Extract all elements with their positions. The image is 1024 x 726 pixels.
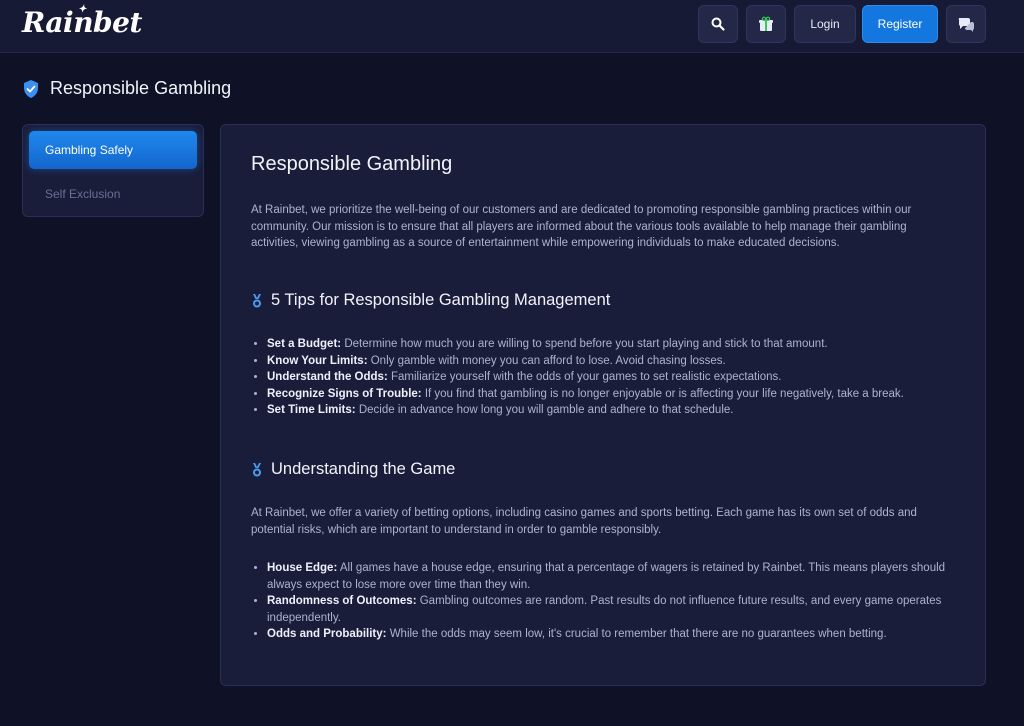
intro-paragraph: At Rainbet, we prioritize the well-being… <box>251 204 912 249</box>
list-item: Know Your Limits: Only gamble with money… <box>267 353 957 370</box>
gift-icon <box>759 16 773 31</box>
content-panel: Responsible Gambling At Rainbet, we prio… <box>220 124 986 686</box>
list-item: Understand the Odds: Familiarize yoursel… <box>267 369 957 386</box>
rewards-button[interactable] <box>746 5 786 43</box>
chat-icon <box>958 18 975 32</box>
list-item: Recognize Signs of Trouble: If you find … <box>267 386 957 403</box>
list-item: Odds and Probability: While the odds may… <box>267 626 957 643</box>
search-icon <box>711 17 725 31</box>
section-heading-understanding: Understanding the Game <box>251 460 455 479</box>
search-button[interactable] <box>698 5 738 43</box>
section-heading-tips: 5 Tips for Responsible Gambling Manageme… <box>251 291 610 310</box>
content-heading: Responsible Gambling <box>251 153 453 175</box>
list-item: Set Time Limits: Decide in advance how l… <box>267 402 957 419</box>
sidebar-menu: Gambling Safely Self Exclusion <box>22 124 204 217</box>
top-navigation-bar: Rainbet ✦ Login Register <box>0 0 1024 53</box>
page-title: Responsible Gambling <box>22 78 231 99</box>
medal-icon <box>253 462 261 476</box>
chat-button[interactable] <box>946 5 986 43</box>
list-item: House Edge: All games have a house edge,… <box>267 560 957 593</box>
login-button[interactable]: Login <box>794 5 856 43</box>
understanding-paragraph: At Rainbet, we offer a variety of bettin… <box>251 507 917 536</box>
sparkle-icon: ✦ <box>78 4 86 15</box>
register-button[interactable]: Register <box>862 5 938 43</box>
sidebar-item-self-exclusion[interactable]: Self Exclusion <box>29 175 197 213</box>
shield-check-icon <box>24 79 38 98</box>
page-title-text: Responsible Gambling <box>50 78 232 98</box>
rainbet-logo[interactable]: Rainbet ✦ <box>22 4 142 39</box>
tips-list: Set a Budget: Determine how much you are… <box>251 336 957 419</box>
understanding-list: House Edge: All games have a house edge,… <box>251 560 957 643</box>
medal-icon <box>253 293 261 307</box>
list-item: Set a Budget: Determine how much you are… <box>267 336 957 353</box>
list-item: Randomness of Outcomes: Gambling outcome… <box>267 593 957 626</box>
sidebar-item-gambling-safely[interactable]: Gambling Safely <box>29 131 197 169</box>
